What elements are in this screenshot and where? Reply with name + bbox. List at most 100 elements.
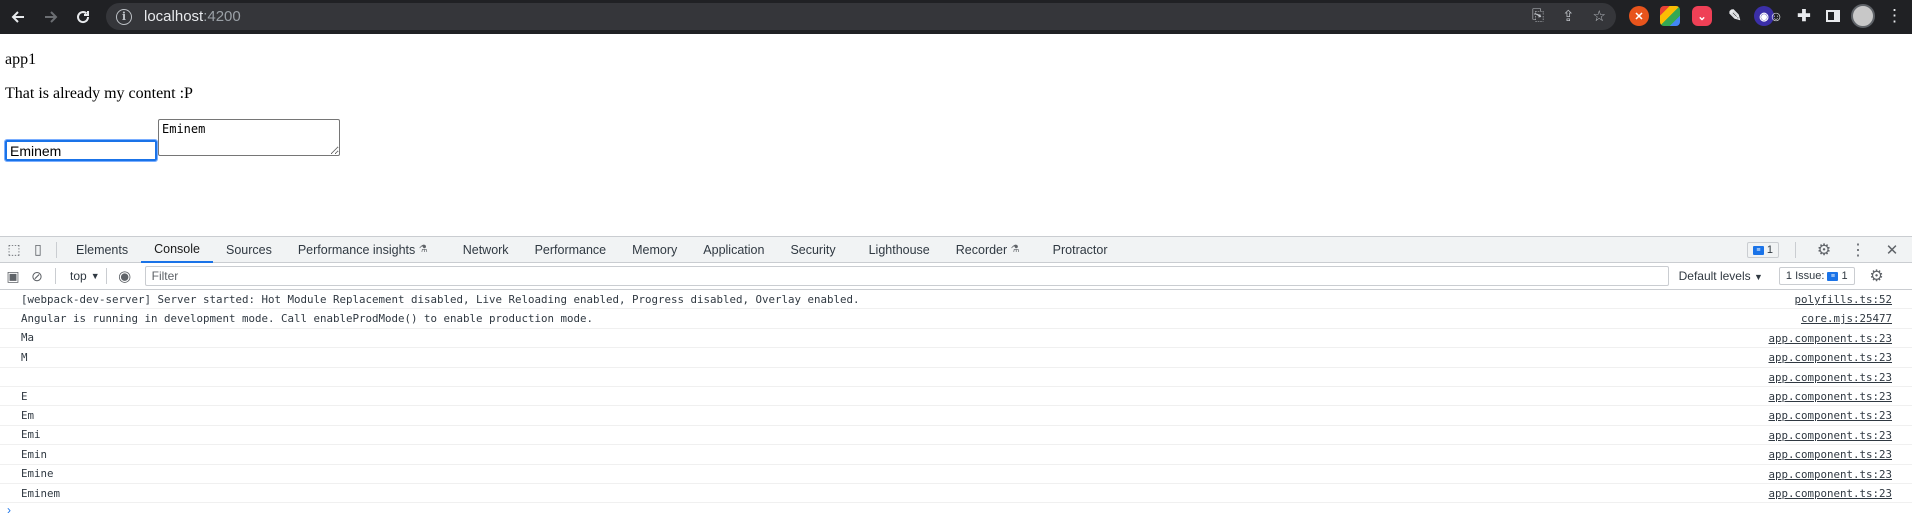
- console-prompt-icon[interactable]: ›: [7, 503, 1912, 519]
- url-text: localhost:4200: [144, 8, 241, 25]
- tab-protractor[interactable]: Protractor: [1033, 237, 1121, 263]
- tab-label: Network: [462, 242, 509, 257]
- side-panel-icon[interactable]: [1823, 6, 1843, 26]
- source-link[interactable]: app.component.ts:23: [1768, 429, 1892, 442]
- translate-icon[interactable]: ⎘: [1532, 7, 1544, 25]
- log-levels-dropdown[interactable]: Default levels ▼: [1679, 269, 1763, 283]
- tab-label: Performance: [534, 242, 607, 257]
- console-message-row: Mapp.component.ts:23: [0, 348, 1912, 368]
- source-link[interactable]: app.component.ts:23: [1768, 351, 1892, 364]
- console-message-row: app.component.ts:23: [0, 368, 1912, 387]
- source-link[interactable]: app.component.ts:23: [1768, 468, 1892, 481]
- name-textarea[interactable]: Eminem: [158, 119, 340, 156]
- tab-label: Performance insights: [297, 242, 416, 257]
- flask-icon: ⚗: [1010, 244, 1020, 255]
- site-info-icon[interactable]: i: [116, 8, 132, 25]
- tab-label: Console: [154, 241, 200, 256]
- source-link[interactable]: app.component.ts:23: [1768, 487, 1892, 500]
- sidebar-toggle-icon[interactable]: ▣: [1, 268, 25, 285]
- console-message-text: Ma: [21, 331, 35, 345]
- address-bar[interactable]: i localhost:4200 ⎘ ⇪ ☆: [106, 3, 1616, 30]
- console-message-text: Eminem: [21, 486, 61, 500]
- source-link[interactable]: polyfills.ts:52: [1794, 293, 1892, 306]
- reload-button[interactable]: [67, 2, 99, 32]
- device-toolbar-icon[interactable]: ▯: [26, 241, 50, 258]
- extension-face-icon[interactable]: ☺: [1766, 6, 1786, 26]
- source-link[interactable]: core.mjs:25477: [1801, 312, 1892, 325]
- console-log: [webpack-dev-server] Server started: Hot…: [0, 290, 1912, 504]
- forward-button[interactable]: [35, 2, 67, 32]
- console-settings-gear-icon[interactable]: ⚙: [1865, 266, 1889, 286]
- console-toolbar: ▣ ⊘ top▼ ◉ Default levels ▼ 1 Issue:≡1 ⚙: [0, 263, 1912, 290]
- messages-badge[interactable]: ≡ 1: [1746, 242, 1779, 258]
- console-message-text: Emin: [21, 447, 48, 461]
- divider: [1795, 242, 1796, 258]
- source-link[interactable]: app.component.ts:23: [1768, 448, 1892, 461]
- tab-console[interactable]: Console: [141, 237, 213, 263]
- tab-label: Recorder: [955, 242, 1008, 257]
- inspect-element-icon[interactable]: ⬚: [2, 241, 26, 258]
- tab-memory[interactable]: Memory: [619, 237, 690, 263]
- tab-network[interactable]: Network: [441, 237, 522, 263]
- tab-label: Lighthouse: [868, 242, 930, 257]
- tab-label: Elements: [76, 242, 129, 257]
- flask-icon: ⚗: [418, 244, 428, 255]
- console-message-text: Em: [21, 409, 35, 423]
- extension-orange-icon[interactable]: ✕: [1629, 6, 1649, 26]
- name-input[interactable]: [4, 139, 158, 162]
- console-message-row: Emine app.component.ts:23: [0, 465, 1912, 484]
- browser-menu-icon[interactable]: ⋮: [1886, 6, 1903, 26]
- tab-sources[interactable]: Sources: [213, 237, 285, 263]
- clear-console-icon[interactable]: ⊘: [25, 268, 49, 285]
- tab-performance-insights[interactable]: Performance insights ⚗: [285, 237, 441, 263]
- extension-color-grid-icon[interactable]: [1660, 6, 1680, 26]
- live-expression-eye-icon[interactable]: ◉: [113, 267, 137, 285]
- app-title: app1: [5, 51, 37, 68]
- back-arrow-icon: [11, 11, 24, 23]
- tab-application[interactable]: Application: [690, 237, 777, 263]
- source-link[interactable]: app.component.ts:23: [1768, 390, 1892, 403]
- context-selector[interactable]: top ▼: [70, 269, 100, 283]
- bookmark-star-icon[interactable]: ☆: [1593, 7, 1606, 25]
- more-options-icon[interactable]: ⋮: [1846, 240, 1870, 260]
- console-message-row: Emin app.component.ts:23: [0, 445, 1912, 465]
- content-text: That is already my content :P: [5, 85, 193, 102]
- close-icon[interactable]: ✕: [1880, 241, 1904, 259]
- browser-toolbar: i localhost:4200 ⎘ ⇪ ☆ ✕ ⌄ ✎ ◉ ☺ ✚ ⋮: [0, 0, 1912, 34]
- tab-security[interactable]: Security: [777, 237, 848, 263]
- message-count: 1: [1766, 244, 1773, 256]
- source-link[interactable]: app.component.ts:23: [1768, 409, 1892, 422]
- back-button[interactable]: [2, 2, 34, 32]
- console-message-row: Eminem app.component.ts:23: [0, 484, 1912, 504]
- tab-lighthouse[interactable]: Lighthouse: [849, 237, 943, 263]
- console-message-row: Emi app.component.ts:23: [0, 426, 1912, 446]
- settings-gear-icon[interactable]: ⚙: [1812, 240, 1836, 260]
- console-message-row: Ma app.component.ts:23: [0, 329, 1912, 349]
- issues-button[interactable]: 1 Issue: ≡ 1: [1778, 267, 1855, 285]
- source-link[interactable]: app.component.ts:23: [1768, 332, 1892, 345]
- devtools-actions: ≡ 1 ⚙ ⋮ ✕: [1746, 237, 1912, 263]
- source-link[interactable]: app.component.ts:23: [1768, 371, 1892, 384]
- tab-elements[interactable]: Elements: [63, 237, 141, 263]
- extension-edit-icon[interactable]: ✎: [1725, 6, 1745, 26]
- console-message-text: Emi: [21, 428, 41, 442]
- reload-icon: [77, 11, 90, 24]
- message-icon: ≡: [1752, 245, 1764, 255]
- url-host: localhost: [144, 8, 204, 25]
- console-message-text: Emine: [21, 467, 54, 481]
- devtools-panel: ⬚ ▯ Elements Console Sources Performance…: [0, 236, 1912, 527]
- share-icon[interactable]: ⇪: [1562, 7, 1575, 25]
- console-message-text: Angular is running in development mode. …: [21, 312, 594, 326]
- tab-recorder[interactable]: Recorder ⚗: [943, 237, 1033, 263]
- extension-pocket-icon[interactable]: ⌄: [1692, 6, 1712, 26]
- url-port: :4200: [203, 8, 241, 25]
- console-message-row: [webpack-dev-server] Server started: Hot…: [0, 290, 1912, 310]
- console-message-text: [webpack-dev-server] Server started: Hot…: [21, 292, 860, 306]
- tab-performance[interactable]: Performance: [522, 237, 620, 263]
- tab-label: Application: [703, 242, 765, 257]
- filter-input[interactable]: [144, 266, 1669, 286]
- page-content: app1 That is already my content :P Emine…: [0, 34, 1912, 236]
- profile-avatar[interactable]: [1851, 4, 1875, 28]
- extensions-puzzle-icon[interactable]: ✚: [1794, 6, 1814, 26]
- console-message-text: M: [21, 350, 28, 364]
